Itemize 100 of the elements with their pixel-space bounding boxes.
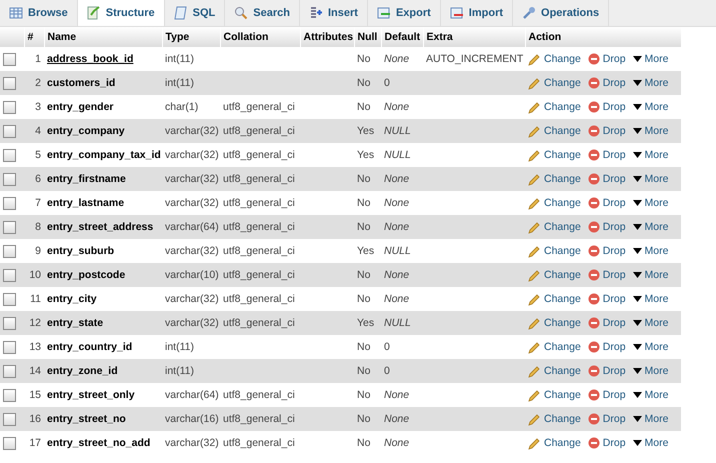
drop-link[interactable]: Drop: [588, 413, 626, 425]
null-value: Yes: [357, 149, 374, 161]
row-checkbox[interactable]: [3, 436, 16, 450]
change-link[interactable]: Change: [528, 52, 581, 66]
row-checkbox[interactable]: [3, 172, 16, 186]
change-link[interactable]: Change: [528, 76, 581, 90]
drop-link[interactable]: Drop: [588, 149, 626, 161]
null-value: No: [357, 437, 370, 449]
row-checkbox[interactable]: [3, 148, 16, 162]
drop-link[interactable]: Drop: [588, 317, 626, 329]
drop-link[interactable]: Drop: [588, 341, 626, 353]
collation: utf8_general_ci: [223, 413, 295, 425]
column-type: varchar(32): [165, 317, 219, 329]
minus-circle-icon: [588, 125, 600, 137]
more-link[interactable]: More: [632, 101, 668, 113]
row-checkbox[interactable]: [3, 412, 16, 426]
more-link[interactable]: More: [632, 269, 668, 281]
row-checkbox[interactable]: [3, 76, 16, 90]
caret-icon: [632, 104, 642, 110]
more-link[interactable]: More: [632, 317, 668, 329]
more-link[interactable]: More: [632, 77, 668, 89]
null-value: No: [357, 173, 370, 185]
drop-link[interactable]: Drop: [588, 53, 626, 65]
change-link[interactable]: Change: [528, 172, 581, 186]
row-checkbox[interactable]: [3, 340, 16, 354]
drop-link[interactable]: Drop: [588, 173, 626, 185]
drop-link[interactable]: Drop: [588, 293, 626, 305]
row-number: 6: [34, 173, 41, 185]
column-type: int(11): [165, 341, 194, 353]
change-link[interactable]: Change: [528, 268, 581, 282]
change-link[interactable]: Change: [528, 412, 581, 426]
column-header: Extra: [426, 31, 453, 43]
row-checkbox[interactable]: [3, 316, 16, 330]
more-link[interactable]: More: [632, 341, 668, 353]
minus-circle-icon: [588, 293, 600, 305]
row-checkbox[interactable]: [3, 100, 16, 114]
collation: utf8_general_ci: [223, 221, 295, 233]
row-checkbox[interactable]: [3, 196, 16, 210]
drop-link[interactable]: Drop: [588, 197, 626, 209]
row-number: 8: [34, 221, 41, 233]
change-link[interactable]: Change: [528, 316, 581, 330]
change-link[interactable]: Change: [528, 364, 581, 378]
default-value: 0: [384, 365, 390, 377]
null-value: Yes: [357, 125, 374, 137]
change-link[interactable]: Change: [528, 148, 581, 162]
row-number: 12: [28, 317, 41, 329]
drop-link[interactable]: Drop: [588, 245, 626, 257]
minus-circle-icon: [588, 413, 600, 425]
drop-link[interactable]: Drop: [588, 365, 626, 377]
more-link[interactable]: More: [632, 413, 668, 425]
insert-icon: [308, 6, 323, 20]
column-name: entry_street_no: [47, 413, 126, 425]
more-link[interactable]: More: [632, 149, 668, 161]
change-link[interactable]: Change: [528, 124, 581, 138]
more-link[interactable]: More: [632, 221, 668, 233]
drop-link[interactable]: Drop: [588, 101, 626, 113]
collation: utf8_general_ci: [223, 149, 295, 161]
null-value: No: [357, 53, 370, 65]
null-value: Yes: [357, 317, 374, 329]
more-link[interactable]: More: [632, 365, 668, 377]
caret-icon: [632, 128, 642, 134]
drop-link[interactable]: Drop: [588, 125, 626, 137]
more-link[interactable]: More: [632, 437, 668, 449]
change-link[interactable]: Change: [528, 220, 581, 234]
change-link[interactable]: Change: [528, 244, 581, 258]
more-link[interactable]: More: [632, 197, 668, 209]
row-checkbox[interactable]: [3, 364, 16, 378]
tab[interactable]: SQL: [164, 0, 226, 26]
change-link[interactable]: Change: [528, 340, 581, 354]
row-checkbox[interactable]: [3, 52, 16, 66]
more-link[interactable]: More: [632, 293, 668, 305]
default-value: None: [384, 413, 410, 425]
row-checkbox[interactable]: [3, 220, 16, 234]
row-checkbox[interactable]: [3, 124, 16, 138]
default-value: None: [384, 53, 410, 65]
more-link[interactable]: More: [632, 53, 668, 65]
tab[interactable]: Structure: [78, 0, 165, 26]
column-name: entry_country_id: [47, 341, 132, 353]
change-link[interactable]: Change: [528, 292, 581, 306]
null-value: No: [357, 269, 370, 281]
drop-link[interactable]: Drop: [588, 221, 626, 233]
drop-link[interactable]: Drop: [588, 437, 626, 449]
change-link[interactable]: Change: [528, 388, 581, 402]
more-link[interactable]: More: [632, 245, 668, 257]
change-link[interactable]: Change: [528, 196, 581, 210]
row-number: 4: [34, 125, 41, 137]
row-number: 7: [34, 197, 41, 209]
change-link[interactable]: Change: [528, 100, 581, 114]
column-name: entry_company_tax_id: [47, 149, 161, 161]
row-checkbox[interactable]: [3, 388, 16, 402]
row-checkbox[interactable]: [3, 292, 16, 306]
more-link[interactable]: More: [632, 389, 668, 401]
more-link[interactable]: More: [632, 173, 668, 185]
row-checkbox[interactable]: [3, 244, 16, 258]
more-link[interactable]: More: [632, 125, 668, 137]
drop-link[interactable]: Drop: [588, 77, 626, 89]
drop-link[interactable]: Drop: [588, 389, 626, 401]
drop-link[interactable]: Drop: [588, 269, 626, 281]
row-checkbox[interactable]: [3, 268, 16, 282]
change-link[interactable]: Change: [528, 436, 581, 450]
